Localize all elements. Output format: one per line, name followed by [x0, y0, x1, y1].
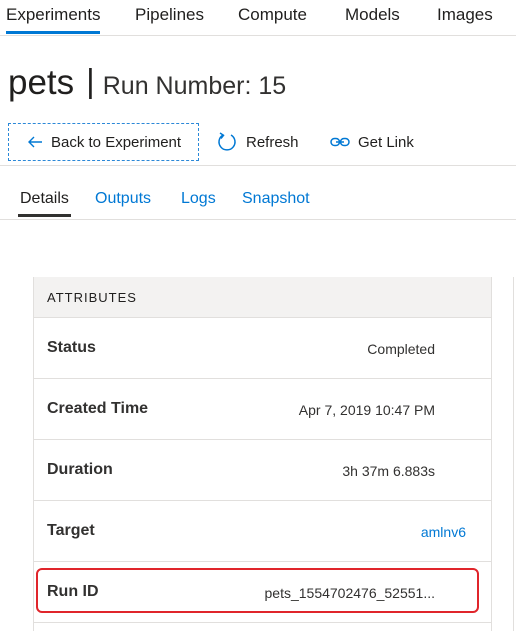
attribute-label: Target	[47, 522, 95, 539]
refresh-icon	[216, 131, 238, 153]
get-link-label: Get Link	[358, 133, 414, 151]
tab-details[interactable]: Details	[18, 190, 71, 217]
tab-outputs[interactable]: Outputs	[95, 190, 151, 208]
attribute-label: Status	[47, 339, 96, 356]
attributes-heading: ATTRIBUTES	[34, 277, 491, 318]
nav-experiments[interactable]: Experiments	[6, 5, 101, 34]
attribute-row-status: Status Completed	[34, 318, 491, 379]
nav-compute[interactable]: Compute	[238, 5, 307, 25]
run-number: Run Number: 15	[102, 72, 287, 100]
attribute-label: Duration	[47, 461, 113, 478]
refresh-label: Refresh	[246, 133, 299, 151]
top-navigation: Experiments Pipelines Compute Models Ima…	[0, 0, 516, 36]
attribute-row-created-time: Created Time Apr 7, 2019 10:47 PM	[34, 379, 491, 440]
get-link-button[interactable]: Get Link	[330, 123, 414, 161]
nav-images[interactable]: Images	[437, 5, 493, 25]
attributes-card: ATTRIBUTES Status Completed Created Time…	[33, 277, 492, 631]
page-title: pets | Run Number: 15	[8, 62, 287, 103]
refresh-button[interactable]: Refresh	[216, 123, 299, 161]
attribute-row-target: Target amlnv6	[34, 501, 491, 562]
command-bar: Back to Experiment Refresh Get Link	[0, 120, 516, 166]
status-value: Completed	[367, 341, 435, 357]
link-icon	[330, 136, 350, 148]
panel-divider	[513, 277, 514, 631]
nav-models[interactable]: Models	[345, 5, 400, 25]
attribute-label: Created Time	[47, 400, 149, 417]
attribute-row-run-id: Run ID pets_1554702476_52551...	[34, 562, 491, 623]
tab-snapshot[interactable]: Snapshot	[242, 190, 310, 208]
title-separator: |	[86, 62, 95, 99]
arrow-left-icon	[27, 135, 43, 149]
attribute-label: Run ID	[47, 583, 99, 600]
created-time-value: Apr 7, 2019 10:47 PM	[298, 402, 435, 418]
target-link[interactable]: amlnv6	[421, 524, 466, 540]
tab-logs[interactable]: Logs	[181, 190, 216, 208]
back-to-experiment-button[interactable]: Back to Experiment	[8, 123, 199, 161]
run-tabs: Details Outputs Logs Snapshot	[0, 184, 516, 220]
experiment-name: pets	[8, 63, 75, 102]
run-id-value: pets_1554702476_52551...	[264, 585, 436, 601]
duration-value: 3h 37m 6.883s	[342, 463, 435, 479]
nav-pipelines[interactable]: Pipelines	[135, 5, 204, 25]
back-to-experiment-label: Back to Experiment	[51, 133, 182, 151]
attribute-row-duration: Duration 3h 37m 6.883s	[34, 440, 491, 501]
